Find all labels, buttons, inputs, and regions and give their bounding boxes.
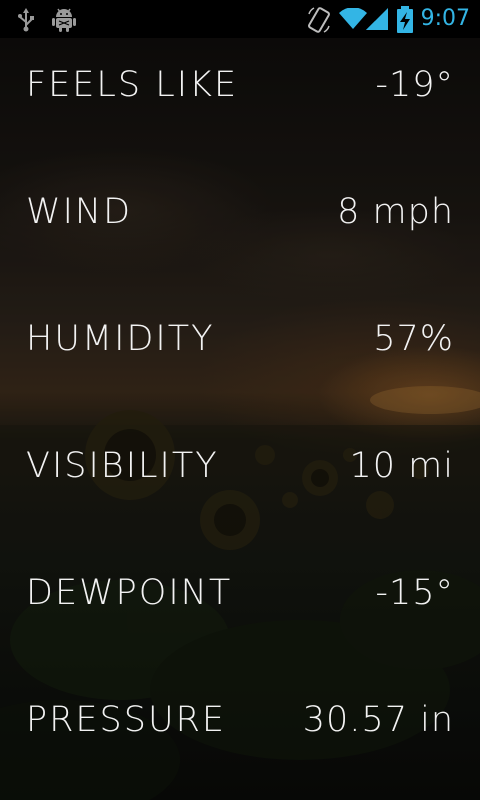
- humidity-value: 57%: [373, 319, 454, 359]
- auto-rotate-icon: [308, 7, 330, 33]
- detail-row-wind: WIND 8 mph: [26, 182, 454, 242]
- detail-row-dewpoint: DEWPOINT -15°: [26, 563, 454, 623]
- detail-row-feels-like: FEELS LIKE -19°: [26, 55, 454, 115]
- signal-icon: [366, 8, 388, 30]
- visibility-label: VISIBILITY: [26, 446, 219, 486]
- status-bar: 9:07: [0, 0, 480, 38]
- android-debug-icon: [52, 8, 76, 32]
- wind-value: 8 mph: [337, 192, 454, 232]
- usb-icon: [18, 8, 34, 32]
- detail-row-humidity: HUMIDITY 57%: [26, 309, 454, 369]
- pressure-label: PRESSURE: [26, 700, 227, 740]
- dewpoint-value: -15°: [375, 573, 454, 613]
- dewpoint-label: DEWPOINT: [26, 573, 233, 613]
- detail-row-pressure: PRESSURE 30.57 in: [26, 690, 454, 750]
- visibility-value: 10 mi: [349, 446, 454, 486]
- battery-charging-icon: [397, 6, 413, 33]
- detail-row-visibility: VISIBILITY 10 mi: [26, 436, 454, 496]
- wind-label: WIND: [26, 192, 133, 232]
- background-dim-overlay: [0, 0, 480, 800]
- feels-like-value: -19°: [375, 65, 454, 105]
- status-bar-clock: 9:07: [420, 6, 470, 31]
- wifi-icon: [339, 8, 367, 29]
- pressure-value: 30.57 in: [302, 700, 454, 740]
- humidity-label: HUMIDITY: [26, 319, 215, 359]
- feels-like-label: FEELS LIKE: [26, 65, 239, 105]
- weather-details-screen: 9:07 FEELS LIKE -19° WIND 8 mph HUMIDITY…: [0, 0, 480, 800]
